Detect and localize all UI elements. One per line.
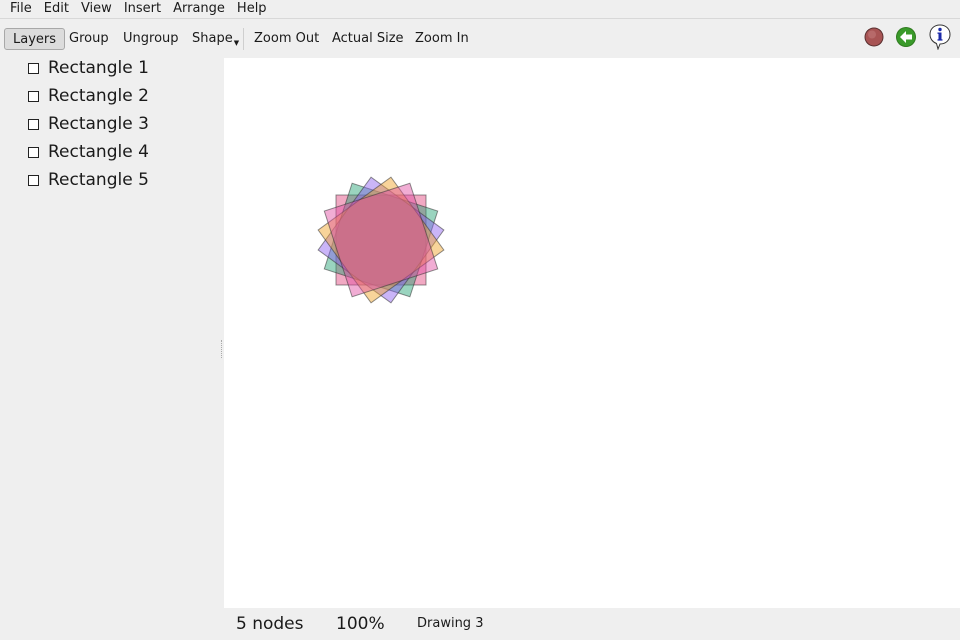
shapes-layer [317,176,445,304]
status-bar: 5 nodes 100% Drawing 3 [224,608,960,640]
layer-checkbox[interactable] [28,118,39,130]
record-icon[interactable] [863,26,885,48]
layer-label: Rectangle 2 [48,86,149,106]
menu-bar: File Edit View Insert Arrange Help [0,0,960,18]
layers-toggle-button[interactable]: Layers [4,28,66,50]
layer-checkbox[interactable] [28,146,39,158]
layer-label: Rectangle 4 [48,142,149,162]
zoom-out-button[interactable]: Zoom Out [246,28,327,50]
shape-menu-button[interactable]: Shape▼ [184,28,247,50]
info-icon[interactable] [928,24,952,50]
drawing-canvas[interactable] [224,58,960,608]
zoom-level: 100% [336,614,385,634]
ungroup-button[interactable]: Ungroup [115,28,187,50]
toolbar-separator [243,28,244,50]
layer-checkbox[interactable] [28,90,39,102]
layer-item-rectangle-4[interactable]: Rectangle 4 [28,141,149,163]
menu-arrange[interactable]: Arrange [167,0,231,18]
layer-checkbox[interactable] [28,174,39,186]
menu-file[interactable]: File [0,0,38,18]
dropdown-arrow-icon: ▼ [233,39,240,47]
layer-label: Rectangle 5 [48,170,149,190]
actual-size-button[interactable]: Actual Size [324,28,412,50]
menu-insert[interactable]: Insert [118,0,167,18]
document-name: Drawing 3 [417,616,484,631]
layer-item-rectangle-1[interactable]: Rectangle 1 [28,57,149,79]
layer-item-rectangle-2[interactable]: Rectangle 2 [28,85,149,107]
toolbar: Layers Group Ungroup Shape▼ Zoom Out Act… [0,19,960,57]
layer-label: Rectangle 3 [48,114,149,134]
menu-view[interactable]: View [75,0,118,18]
layer-checkbox[interactable] [28,62,39,74]
layer-item-rectangle-5[interactable]: Rectangle 5 [28,169,149,191]
menu-edit[interactable]: Edit [38,0,75,18]
back-arrow-icon[interactable] [895,26,917,48]
menu-help[interactable]: Help [231,0,273,18]
shape-button-label: Shape [192,31,233,46]
group-button[interactable]: Group [61,28,117,50]
zoom-in-button[interactable]: Zoom In [407,28,477,50]
layer-item-rectangle-3[interactable]: Rectangle 3 [28,113,149,135]
layer-label: Rectangle 1 [48,58,149,78]
layers-panel: Rectangle 1 Rectangle 2 Rectangle 3 Rect… [0,58,222,640]
node-count: 5 nodes [236,614,304,634]
